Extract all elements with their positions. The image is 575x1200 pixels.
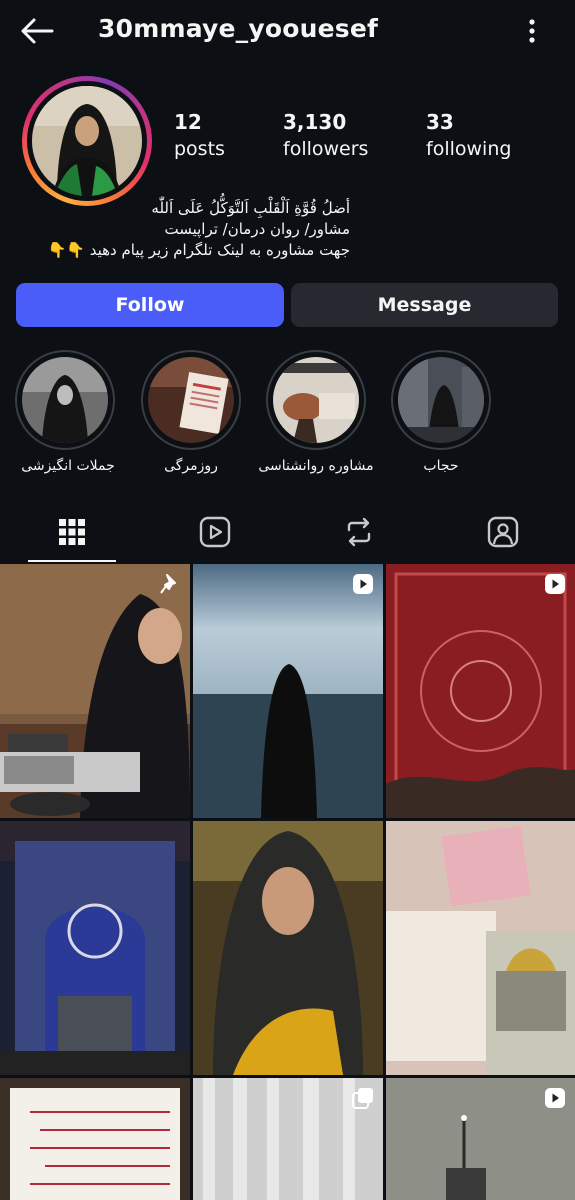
profile-tabs <box>0 505 575 563</box>
post-image <box>386 564 575 818</box>
highlight-cover <box>398 357 484 443</box>
post-thumbnail[interactable] <box>193 821 383 1075</box>
avatar <box>32 86 142 196</box>
grid-icon[interactable] <box>55 515 89 549</box>
carousel-icon <box>352 1088 373 1109</box>
tagged-icon[interactable] <box>486 515 520 549</box>
highlight-motivational[interactable] <box>15 350 115 450</box>
stat-posts[interactable]: 12 posts <box>174 110 225 160</box>
highlight-counseling[interactable] <box>266 350 366 450</box>
reel-icon <box>353 574 373 594</box>
profile-bio: أضلُ قُوَّةِ اَلْقَلْبِ اَلتَّوَكُّلُ عَ… <box>20 198 350 261</box>
stat-followers[interactable]: 3,130 followers <box>283 110 368 160</box>
bio-line-1: أضلُ قُوَّةِ اَلْقَلْبِ اَلتَّوَكُّلُ عَ… <box>151 199 350 217</box>
reel-icon <box>545 574 565 594</box>
highlight-daily[interactable] <box>141 350 241 450</box>
follow-button[interactable]: Follow <box>16 283 284 327</box>
bio-line-3: جهت مشاوره به لینک تلگرام زیر پیام دهید … <box>20 240 350 261</box>
highlight-label-counseling: مشاوره روانشناسی <box>258 458 374 474</box>
stat-following[interactable]: 33 following <box>426 110 511 160</box>
bio-line-2: مشاور/ روان درمان/ تراپیست <box>164 220 350 238</box>
active-tab-indicator <box>28 560 116 562</box>
highlight-cover <box>273 357 359 443</box>
highlight-cover <box>22 357 108 443</box>
top-bar: 30mmaye_yoouesef <box>0 0 575 62</box>
stat-following-value: 33 <box>426 110 454 134</box>
pin-icon <box>160 574 176 594</box>
highlight-hijab[interactable] <box>391 350 491 450</box>
post-image <box>386 821 575 1075</box>
post-thumbnail[interactable] <box>386 564 575 818</box>
profile-username: 30mmaye_yoouesef <box>98 14 379 43</box>
pointing-down-emoji: 👇👇 <box>47 241 85 259</box>
post-thumbnail[interactable] <box>193 564 383 818</box>
post-thumbnail[interactable] <box>0 564 190 818</box>
stat-followers-value: 3,130 <box>283 110 347 134</box>
highlight-cover <box>148 357 234 443</box>
arrow-left-icon[interactable] <box>18 14 58 48</box>
post-image <box>0 564 190 818</box>
stat-followers-label: followers <box>283 138 369 160</box>
post-thumbnail[interactable] <box>386 821 575 1075</box>
post-thumbnail[interactable] <box>0 821 190 1075</box>
post-thumbnail[interactable] <box>0 1078 190 1200</box>
posts-grid <box>0 564 575 1200</box>
post-image <box>193 821 383 1075</box>
stat-posts-label: posts <box>174 138 225 160</box>
post-thumbnail[interactable] <box>193 1078 383 1200</box>
bio-line-3-text: جهت مشاوره به لینک تلگرام زیر پیام دهید <box>89 241 350 259</box>
avatar-story-ring[interactable] <box>22 76 152 206</box>
post-thumbnail[interactable] <box>386 1078 575 1200</box>
message-button[interactable]: Message <box>291 283 558 327</box>
highlight-label-hijab: حجاب <box>423 458 459 474</box>
post-image <box>0 1078 190 1200</box>
reel-icon <box>545 1088 565 1108</box>
avatar-photo <box>32 86 142 196</box>
stat-following-label: following <box>426 138 512 160</box>
reels-icon[interactable] <box>198 515 232 549</box>
stat-posts-value: 12 <box>174 110 202 134</box>
post-image <box>0 821 190 1075</box>
post-image <box>193 564 383 818</box>
repost-icon[interactable] <box>342 515 376 549</box>
more-vertical-icon[interactable] <box>518 14 546 48</box>
highlight-label-motivational: جملات انگیزشی <box>21 458 115 474</box>
highlight-label-daily: روزمرگی <box>164 458 218 474</box>
